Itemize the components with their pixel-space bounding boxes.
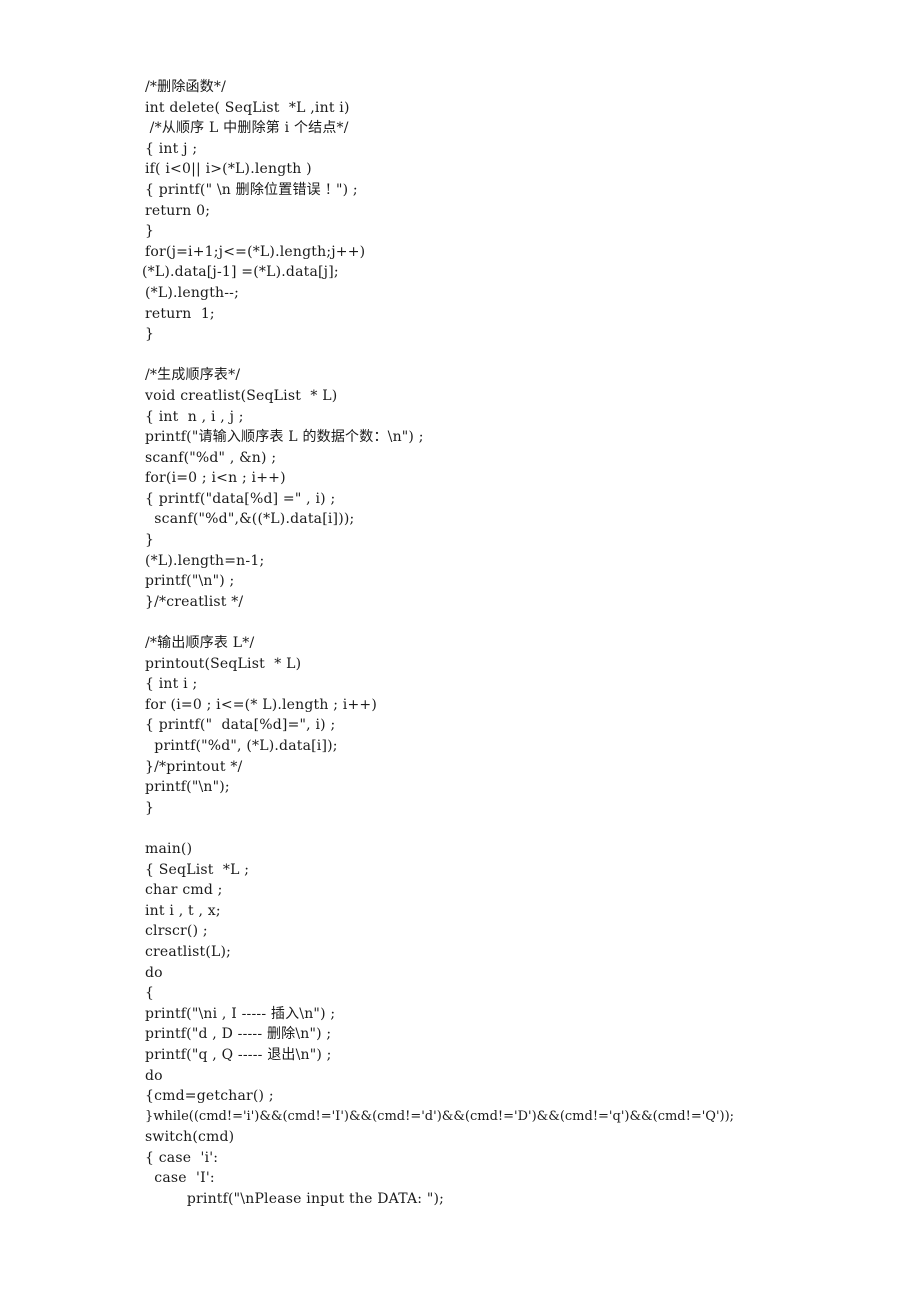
code-line: for (i=0 ; i<=(* L).length ; i++): [145, 696, 378, 713]
code-line: if( i<0|| i>(*L).length ): [145, 161, 312, 178]
code-line: }/*creatlist */: [145, 593, 244, 610]
code-comment: /*生成顺序表*/: [145, 367, 241, 384]
code-comment: /*从顺序 L 中删除第 i 个结点*/: [145, 120, 349, 137]
code-line: {cmd=getchar() ;: [145, 1088, 274, 1105]
code-line: int delete( SeqList *L ,int i): [145, 99, 350, 116]
code-line: main(): [145, 840, 193, 857]
code-listing: /*删除函数*/ int delete( SeqList *L ,int i) …: [142, 77, 734, 1210]
code-line: char cmd ;: [145, 882, 223, 899]
code-line: }/*printout */: [145, 758, 243, 775]
delete-function-block: /*删除函数*/ int delete( SeqList *L ,int i) …: [142, 77, 734, 345]
code-line: for(j=i+1;j<=(*L).length;j++): [145, 243, 366, 260]
creatlist-function-block: /*生成顺序表*/ void creatlist(SeqList * L) { …: [145, 365, 734, 612]
main-function-block: main() { SeqList *L ; char cmd ; int i ,…: [145, 839, 734, 1210]
code-line: { case 'i':: [145, 1149, 219, 1166]
code-line: printf("q , Q ----- 退出\n") ;: [145, 1046, 332, 1063]
code-line: /*删除函数*/: [145, 79, 227, 95]
code-line: (*L).length=n-1;: [145, 552, 265, 569]
code-line: { printf(" \n 删除位置错误 ! ") ;: [145, 181, 358, 198]
code-line: printf("%d", (*L).data[i]);: [145, 738, 338, 754]
code-line: do: [145, 1067, 163, 1084]
printout-function-block: /*输出顺序表 L*/ printout(SeqList * L) { int …: [145, 633, 734, 818]
code-line: void creatlist(SeqList * L): [145, 387, 338, 404]
code-line: { int j ;: [145, 140, 198, 157]
code-line: }while((cmd!='i')&&(cmd!='I')&&(cmd!='d'…: [145, 1108, 735, 1124]
code-line: scanf("%d",&((*L).data[i]));: [145, 511, 355, 528]
code-line: for(i=0 ; i<n ; i++): [145, 470, 286, 487]
code-line: return 1;: [145, 305, 215, 322]
code-line: return 0;: [145, 202, 211, 219]
code-line: printf("d , D ----- 删除\n") ;: [145, 1026, 332, 1043]
code-line: printout(SeqList * L): [145, 655, 302, 672]
code-line: clrscr() ;: [145, 923, 208, 940]
code-line: { printf(" data[%d]=", i) ;: [145, 717, 336, 734]
code-line: printf("\n") ;: [145, 573, 235, 590]
code-line: printf("\nPlease input the DATA: ");: [145, 1191, 445, 1208]
code-line: { printf("data[%d] =" , i) ;: [145, 490, 336, 507]
code-line: { SeqList *L ;: [145, 861, 250, 878]
document-page: /*删除函数*/ int delete( SeqList *L ,int i) …: [0, 0, 920, 1300]
code-line: }: [145, 326, 155, 343]
code-line: do: [145, 964, 163, 981]
code-line: { int i ;: [145, 676, 198, 693]
code-line: }: [145, 532, 155, 549]
code-line: (*L).length--;: [145, 284, 240, 301]
code-line: printf("\n");: [145, 779, 230, 796]
code-line: creatlist(L);: [145, 943, 232, 960]
code-line: (*L).data[j-1] =(*L).data[j];: [142, 264, 339, 281]
code-line: }: [145, 799, 155, 816]
code-line: scanf("%d" , &n) ;: [145, 449, 277, 466]
code-line: int i , t , x;: [145, 902, 221, 919]
code-line: printf("请输入顺序表 L 的数据个数：\n") ;: [145, 429, 424, 446]
code-line: }: [145, 223, 155, 240]
code-line: case 'I':: [145, 1170, 215, 1187]
code-line: {: [145, 985, 155, 1002]
code-line: { int n , i , j ;: [145, 408, 244, 425]
code-line: switch(cmd): [145, 1129, 235, 1146]
code-comment: /*输出顺序表 L*/: [145, 635, 255, 652]
code-line: printf("\ni , I ----- 插入\n") ;: [145, 1005, 336, 1022]
